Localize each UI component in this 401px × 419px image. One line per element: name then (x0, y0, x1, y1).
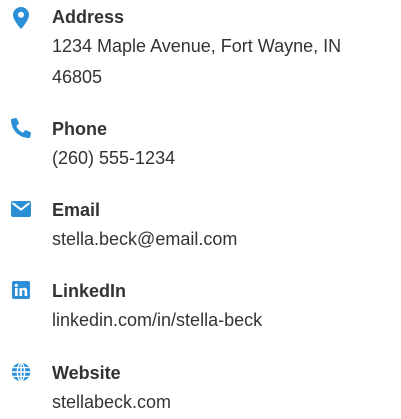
linkedin-value[interactable]: linkedin.com/in/stella-beck (52, 305, 392, 336)
phone-value: (260) 555-1234 (52, 148, 176, 168)
phone-label: Phone (52, 119, 108, 139)
phone-icon (10, 117, 32, 139)
website-value[interactable]: stellabeck.com (52, 387, 392, 418)
address-label: Address (52, 7, 125, 27)
map-pin-icon (10, 7, 32, 29)
address-value: 1234 Maple Avenue, Fort Wayne, IN 46805 (52, 36, 342, 87)
contact-list: Address 1234 Maple Avenue, Fort Wayne, I… (0, 0, 401, 419)
email-value[interactable]: stella.beck@email.com (52, 224, 392, 255)
linkedin-icon (10, 279, 32, 301)
envelope-icon (10, 198, 32, 220)
website-label: Website (52, 363, 121, 383)
email-label: Email (52, 200, 101, 220)
globe-icon (10, 361, 32, 383)
linkedin-label: LinkedIn (52, 281, 127, 301)
